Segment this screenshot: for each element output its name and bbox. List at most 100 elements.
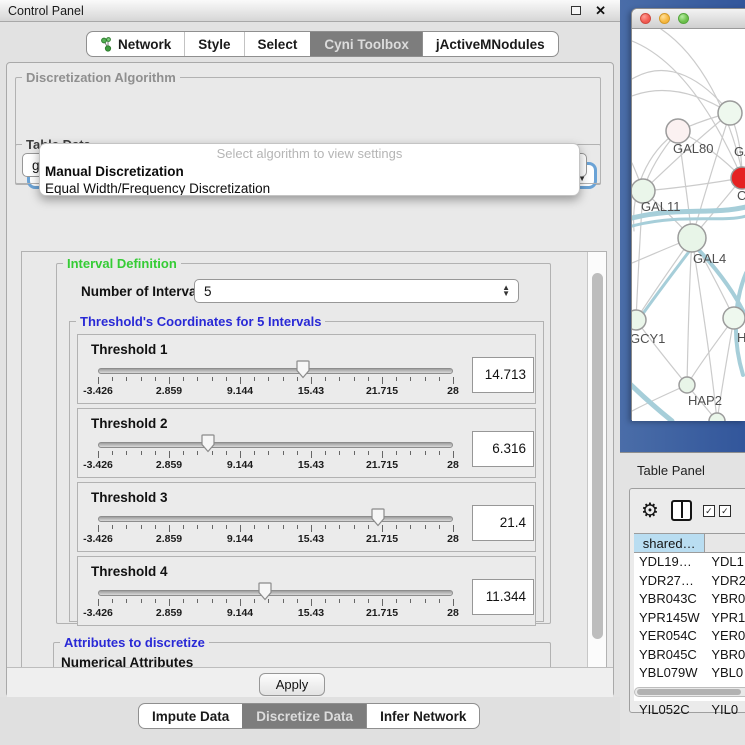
network-node-label: GAL4 [693,251,726,266]
table-row[interactable]: YBL079WYBL0 [634,664,745,683]
network-node-hap2[interactable] [679,377,695,393]
bottom-tab-infer-network[interactable]: Infer Network [366,704,479,728]
network-node-gal80[interactable] [666,119,690,143]
control-panel-footer: Impute DataDiscretize DataInfer Network [0,697,620,745]
tick-mark [112,451,113,455]
network-edge[interactable] [636,320,687,385]
float-window-icon[interactable] [571,6,581,15]
threshold-panel-1: Threshold 1-3.4262.8599.14415.4321.71528… [77,334,536,404]
table-row[interactable]: YIL052CYIL0 [634,701,745,720]
threshold-slider-track[interactable] [98,442,453,448]
tick-mark [439,451,440,455]
tick-mark [126,599,127,603]
checkbox-checked-icon[interactable]: ✓ [703,505,715,517]
tick-mark [155,377,156,381]
threshold-value-field[interactable]: 21.4 [472,505,534,541]
network-node-label: H [737,330,745,345]
tick-mark [425,599,426,603]
checkbox-checked-icon[interactable]: ✓ [719,505,731,517]
network-node-c[interactable] [731,167,745,189]
tick-mark [155,599,156,603]
table-row[interactable]: YDL19…YDL1 [634,553,745,572]
cell-name: YDL1 [705,553,745,572]
tick-mark [212,451,213,455]
table-horizontal-scrollbar[interactable] [634,687,745,697]
tick-mark [425,377,426,381]
dropdown-option-equal-width[interactable]: Equal Width/Frequency Discretization [40,180,579,196]
discretization-algorithm-label: Discretization Algorithm [22,70,180,85]
threshold-panel-2: Threshold 2-3.4262.8599.14415.4321.71528… [77,408,536,478]
threshold-panel-4: Threshold 4 -3.4262.8599.14415.4321.71528… [77,556,536,626]
table-row[interactable]: YBR045CYBR0 [634,646,745,665]
apply-button[interactable]: Apply [259,673,325,696]
cell-name: YPR1 [705,609,745,628]
column-header-shared-name[interactable]: shared… [634,534,705,552]
minimize-traffic-light-icon[interactable] [659,13,670,24]
bottom-tab-discretize-data[interactable]: Discretize Data [242,704,366,728]
table-row[interactable]: YER054CYER0 [634,627,745,646]
spinner-arrows-icon[interactable]: ▲▼ [502,285,510,298]
network-node-ga[interactable] [718,101,742,125]
tick-mark [453,599,454,606]
number-of-intervals-spinner[interactable]: 5 ▲▼ [194,279,519,303]
control-panel-title: Control Panel [8,4,571,18]
tick-mark [183,599,184,603]
network-node-h[interactable] [723,307,745,329]
tick-mark [453,377,454,384]
tab-select[interactable]: Select [244,32,311,56]
network-node-gcy1[interactable] [632,310,646,330]
tick-mark [226,377,227,381]
network-node-gal4[interactable] [678,224,706,252]
tick-mark [325,451,326,455]
tick-label: 2.859 [156,607,182,619]
threshold-slider-track[interactable] [98,368,453,374]
tick-mark [169,377,170,384]
columns-icon[interactable] [671,500,692,521]
threshold-tick-labels: -3.4262.8599.14415.4321.71528 [98,607,453,619]
threshold-slider-track[interactable] [98,590,453,596]
zoom-traffic-light-icon[interactable] [678,13,689,24]
screen: Control Panel ✕ NetworkStyleSelectCyni T… [0,0,745,745]
dropdown-option-manual[interactable]: Manual Discretization [40,163,579,180]
tick-mark [396,451,397,455]
tab-style[interactable]: Style [184,32,243,56]
network-edge[interactable] [632,91,730,113]
bottom-tab-impute-data[interactable]: Impute Data [139,704,242,728]
threshold-ticks [98,451,453,458]
threshold-tick-labels: -3.4262.8599.14415.4321.71528 [98,459,453,471]
scrollbar-thumb[interactable] [637,689,741,695]
settings-vertical-scrollbar[interactable] [587,252,607,728]
tick-mark [183,451,184,455]
gear-icon[interactable]: ⚙ [641,498,659,523]
close-icon[interactable]: ✕ [595,4,606,17]
tab-cyni-toolbox[interactable]: Cyni Toolbox [310,32,422,56]
dropdown-placeholder: Select algorithm to view settings [40,144,579,163]
threshold-ticks [98,525,453,532]
threshold-value-field[interactable]: 14.713 [472,357,534,393]
table-row[interactable]: YBR043CYBR0 [634,590,745,609]
tick-mark [368,599,369,603]
tick-label: 9.144 [227,533,253,545]
tab-network[interactable]: Network [87,32,184,56]
close-traffic-light-icon[interactable] [640,13,651,24]
network-canvas[interactable]: GAL80GACGAL11GAL4GCY1HHAP2 [632,29,745,421]
tab-jactivemnodules[interactable]: jActiveMNodules [422,32,558,56]
network-edge[interactable] [632,385,687,411]
network-edge[interactable] [636,238,692,320]
column-header-name[interactable]: na [705,534,745,552]
threshold-label: Threshold 4 [91,564,168,579]
table-row[interactable]: YPR145WYPR1 [634,609,745,628]
network-edge-highlighted[interactable] [632,377,672,421]
cyni-toolbox-panel: Discretization Algorithm ▲▼ Table Data g… [6,62,614,697]
threshold-value-field[interactable]: 6.316 [472,431,534,467]
tick-label: 21.715 [366,533,398,545]
scrollbar-thumb[interactable] [592,273,603,639]
tick-mark [354,451,355,455]
tick-mark [112,525,113,529]
table-row[interactable]: YDR27…YDR2 [634,572,745,591]
threshold-slider-track[interactable] [98,516,453,522]
threshold-value-field[interactable]: 11.344 [472,579,534,615]
network-edge[interactable] [643,178,742,191]
network-edge[interactable] [687,318,734,385]
network-edge[interactable] [687,238,692,385]
